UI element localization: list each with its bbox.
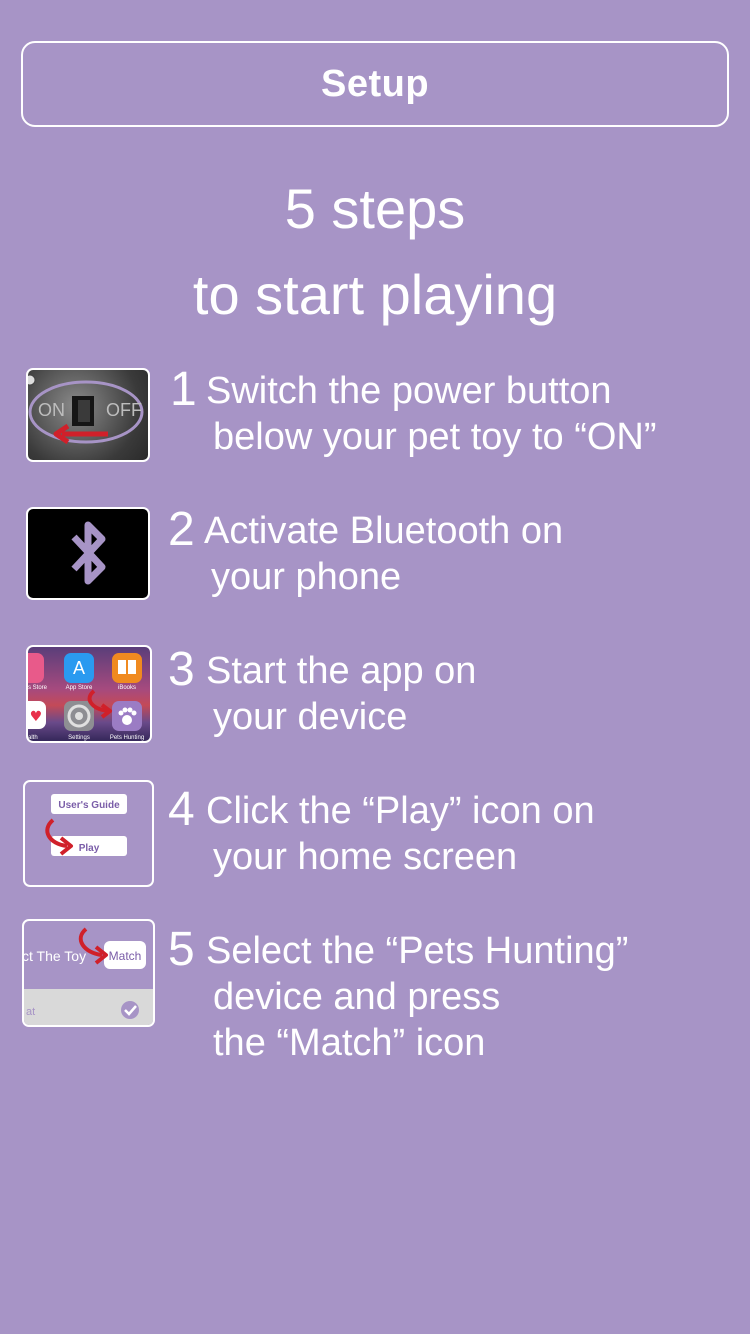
step-2-number: 2 <box>168 503 195 556</box>
svg-text:A: A <box>73 658 85 678</box>
step-1-number: 1 <box>170 363 197 416</box>
svg-text:ct The Toy: ct The Toy <box>24 948 86 964</box>
step-5-line-1: Select the “Pets Hunting” <box>206 930 629 972</box>
step-5-line-3: the “Match” icon <box>213 1022 486 1064</box>
step-4-line-1: Click the “Play” icon on <box>206 790 595 832</box>
svg-text:s Store: s Store <box>28 685 48 691</box>
play-menu-thumbnail: User's Guide Play <box>23 780 154 887</box>
power-switch-thumbnail: ON OFF <box>26 368 150 462</box>
svg-text:OFF: OFF <box>106 400 142 420</box>
step-5-line-2: device and press <box>213 976 501 1018</box>
match-screen-icons: ct The Toy Match at <box>24 927 153 1025</box>
step-2-line-2: your phone <box>211 556 402 598</box>
bluetooth-thumbnail <box>26 507 150 600</box>
music-store-icon <box>28 653 44 683</box>
play-menu-icons: User's Guide Play <box>45 794 127 856</box>
step-4-line-2: your home screen <box>213 836 518 878</box>
step-1-text: Switch the power button below your pet t… <box>206 368 657 460</box>
svg-text:alth: alth <box>28 735 38 741</box>
step-1-line-2: below your pet toy to “ON” <box>213 416 657 458</box>
ibooks-icon <box>112 653 142 683</box>
step-4-text: Click the “Play” icon on your home scree… <box>206 788 595 880</box>
step-4-number: 4 <box>168 783 195 836</box>
power-switch-icon: ON OFF <box>28 374 144 445</box>
step-5-text: Select the “Pets Hunting” device and pre… <box>206 928 628 1066</box>
step-3-line-2: your device <box>213 696 408 738</box>
step-2-line-1: Activate Bluetooth on <box>204 510 564 552</box>
svg-text:ON: ON <box>38 400 65 420</box>
step-3-line-1: Start the app on <box>206 650 477 692</box>
step-5-number: 5 <box>168 923 195 976</box>
svg-text:Play: Play <box>79 843 100 854</box>
svg-text:Match: Match <box>109 949 142 963</box>
svg-text:at: at <box>26 1006 35 1018</box>
svg-text:User's Guide: User's Guide <box>58 800 120 811</box>
svg-text:iBooks: iBooks <box>118 685 136 691</box>
step-3-text: Start the app on your device <box>206 648 476 740</box>
setup-button[interactable]: Setup <box>21 41 729 127</box>
step-2-text: Activate Bluetooth on your phone <box>204 508 563 600</box>
svg-text:App Store: App Store <box>66 685 93 691</box>
bluetooth-icon <box>71 521 106 585</box>
svg-text:♥: ♥ <box>30 709 43 725</box>
step-3-number: 3 <box>168 643 195 696</box>
step-1-line-1: Switch the power button <box>206 370 612 412</box>
svg-text:Settings: Settings <box>68 735 90 741</box>
app-home-thumbnail: s Store A App Store iBooks ♥ alth Settin… <box>26 645 152 743</box>
home-screen-icons: s Store A App Store iBooks ♥ alth Settin… <box>28 653 144 741</box>
headline-line-1: 5 steps <box>284 177 466 240</box>
headline-line-2: to start playing <box>192 263 558 326</box>
match-thumbnail: ct The Toy Match at <box>22 919 155 1027</box>
svg-text:Pets Hunting: Pets Hunting <box>110 735 144 741</box>
